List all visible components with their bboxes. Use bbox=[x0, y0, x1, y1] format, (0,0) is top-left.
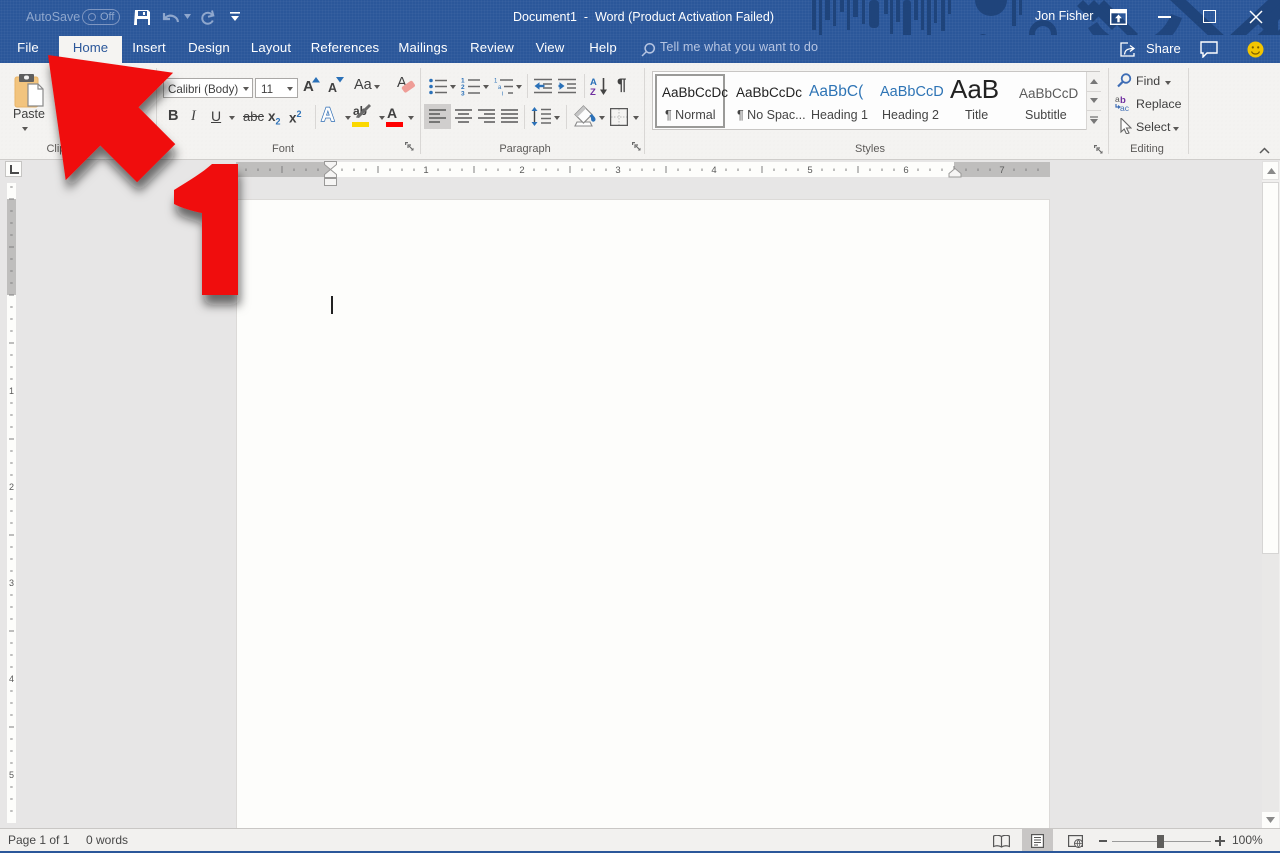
svg-text:6: 6 bbox=[903, 165, 908, 176]
svg-text:3: 3 bbox=[9, 578, 14, 588]
svg-text:3: 3 bbox=[615, 165, 620, 176]
svg-text:1: 1 bbox=[9, 386, 14, 396]
svg-text:5: 5 bbox=[807, 165, 812, 176]
svg-text:3: 3 bbox=[461, 91, 465, 97]
svg-text:i: i bbox=[502, 92, 503, 97]
svg-text:4: 4 bbox=[9, 674, 14, 684]
svg-text:ac: ac bbox=[1120, 103, 1130, 112]
svg-text:5: 5 bbox=[9, 770, 14, 780]
svg-text:Z: Z bbox=[590, 87, 596, 96]
svg-text:a: a bbox=[498, 85, 502, 91]
svg-text:A: A bbox=[321, 105, 335, 126]
svg-text:2: 2 bbox=[9, 482, 14, 492]
svg-text:2: 2 bbox=[519, 165, 524, 176]
svg-text:4: 4 bbox=[711, 165, 716, 176]
svg-text:1: 1 bbox=[494, 79, 498, 85]
svg-text:1: 1 bbox=[423, 165, 428, 176]
svg-text:7: 7 bbox=[999, 165, 1004, 176]
